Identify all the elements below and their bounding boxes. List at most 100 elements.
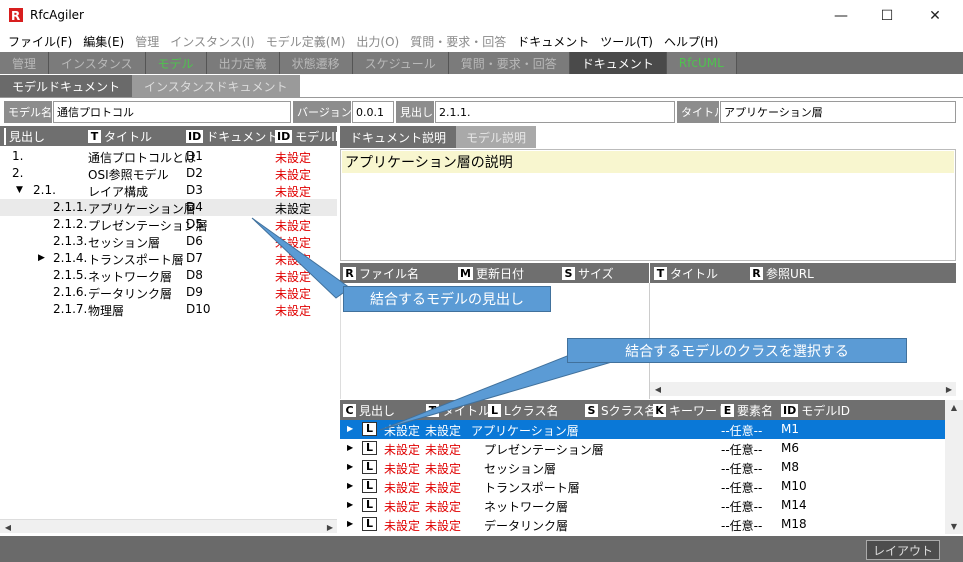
menu-edit[interactable]: 編集(E) xyxy=(83,33,124,50)
class-row[interactable]: ▶ L 未設定 未設定 ネットワーク層 --任意-- M14 xyxy=(340,496,945,515)
tab-qa[interactable]: 質問・要求・回答 xyxy=(448,52,570,74)
class-row[interactable]: ▶ L 未設定 未設定 プレゼンテーション層 --任意-- M6 xyxy=(340,439,945,458)
callout-model-heading: 結合するモデルの見出し xyxy=(343,286,551,312)
tab-model-description[interactable]: モデル説明 xyxy=(456,126,537,148)
col-title[interactable]: T タイトル xyxy=(88,126,152,146)
col-file-name[interactable]: R ファイル名 xyxy=(343,263,419,283)
tree-row[interactable]: 2.1.3. セッション層 D6 未設定 xyxy=(0,233,337,250)
col-class-model-id[interactable]: ID モデルID xyxy=(781,400,850,420)
class-vertical-scrollbar[interactable]: ▲ ▼ xyxy=(945,400,963,534)
tab-schedule[interactable]: スケジュール xyxy=(352,52,449,74)
tab-instance[interactable]: インスタンス xyxy=(49,52,146,74)
status-unset: 未設定 xyxy=(275,168,312,182)
row-expand-icon[interactable]: ▶ xyxy=(347,443,353,452)
tree-row[interactable]: 2.1.7. 物理層 D10 未設定 xyxy=(0,301,337,318)
tree-row[interactable]: 2.1.2. プレゼンテーション層 D5 未設定 xyxy=(0,216,337,233)
class-row[interactable]: ▶ L 未設定 未設定 トランスポート層 --任意-- M10 xyxy=(340,477,945,496)
title-label: タイトル xyxy=(677,101,725,123)
tree-row[interactable]: ▶ 2.1.4. トランスポート層 D7 未設定 xyxy=(0,250,337,267)
tab-state-transition[interactable]: 状態遷移 xyxy=(279,52,353,74)
document-field-row: モデル名 通信プロトコル バージョン 0.0.1 見出し 2.1.1. タイトル… xyxy=(0,101,963,123)
status-unset: 未設定 xyxy=(275,219,312,233)
id-badge-icon: ID xyxy=(275,129,293,143)
scroll-left-icon[interactable]: ◀ xyxy=(653,384,663,394)
col-updated-date[interactable]: M 更新日付 xyxy=(458,263,524,283)
menu-instance[interactable]: インスタンス(I) xyxy=(170,33,254,50)
description-text[interactable]: アプリケーション層の説明 xyxy=(342,151,954,173)
tree-row[interactable]: 2. OSI参照モデル D2 未設定 xyxy=(0,165,337,182)
class-row-selected[interactable]: ▶ L 未設定 未設定 アプリケーション層 --任意-- M1 xyxy=(340,420,945,439)
col-element-name[interactable]: E 要素名 xyxy=(721,400,773,420)
tab-output-def[interactable]: 出力定義 xyxy=(206,52,280,74)
col-heading[interactable]: 見出し xyxy=(4,126,45,146)
status-unset: 未設定 xyxy=(275,236,312,250)
l-badge-icon: L xyxy=(488,403,501,417)
row-expand-icon[interactable]: ▶ xyxy=(347,424,353,433)
tab-instance-document[interactable]: インスタンスドキュメント xyxy=(132,75,300,97)
heading-field[interactable]: 2.1.1. xyxy=(435,101,675,123)
description-tab-bar: ドキュメント説明 モデル説明 xyxy=(340,126,963,148)
expand-right-icon[interactable]: ▶ xyxy=(38,253,45,263)
k-badge-icon: K xyxy=(653,403,666,417)
l-badge-icon: L xyxy=(362,460,377,474)
id-badge-icon: ID xyxy=(186,129,204,143)
col-size[interactable]: S サイズ xyxy=(562,263,614,283)
maximize-button[interactable]: ☐ xyxy=(864,0,910,31)
tree-row[interactable]: 2.1.6. データリンク層 D9 未設定 xyxy=(0,284,337,301)
c-badge-icon: C xyxy=(343,403,356,417)
col-model-id[interactable]: ID モデルID xyxy=(275,126,344,146)
tab-document[interactable]: ドキュメント xyxy=(569,52,667,74)
menu-help[interactable]: ヘルプ(H) xyxy=(664,33,718,50)
tree-horizontal-scrollbar[interactable]: ◀ ▶ xyxy=(0,519,337,533)
menu-qa[interactable]: 質問・要求・回答 xyxy=(410,33,506,50)
menu-file[interactable]: ファイル(F) xyxy=(8,33,72,50)
col-sclass-name[interactable]: S Sクラス名 xyxy=(585,400,656,420)
s-badge-icon: S xyxy=(585,403,598,417)
title-field[interactable]: アプリケーション層 xyxy=(720,101,956,123)
url-horizontal-scrollbar[interactable]: ◀ ▶ xyxy=(650,382,956,396)
model-name-field[interactable]: 通信プロトコル xyxy=(53,101,291,123)
scroll-right-icon[interactable]: ▶ xyxy=(325,522,335,532)
tree-row[interactable]: 1. 通信プロトコルとは D1 未設定 xyxy=(0,148,337,165)
menu-manage[interactable]: 管理 xyxy=(135,33,159,50)
scroll-up-icon[interactable]: ▲ xyxy=(949,402,959,412)
tree-row[interactable]: 2.1.5. ネットワーク層 D8 未設定 xyxy=(0,267,337,284)
menu-tools[interactable]: ツール(T) xyxy=(600,33,653,50)
r-badge-icon: R xyxy=(343,266,356,280)
class-table-body: ▶ L 未設定 未設定 アプリケーション層 --任意-- M1 ▶ L 未設定 … xyxy=(340,420,945,534)
col-reference-url[interactable]: R 参照URL xyxy=(750,263,814,283)
tab-model-document[interactable]: モデルドキュメント xyxy=(0,75,133,97)
col-class-title[interactable]: T タイトル xyxy=(426,400,490,420)
class-table-header: C 見出し T タイトル L Lクラス名 S Sクラス名 K キーワード E 要… xyxy=(340,400,945,420)
row-expand-icon[interactable]: ▶ xyxy=(347,481,353,490)
row-expand-icon[interactable]: ▶ xyxy=(347,500,353,509)
tab-manage[interactable]: 管理 xyxy=(0,52,50,74)
file-table-header: R ファイル名 M 更新日付 S サイズ xyxy=(340,263,649,283)
tree-row[interactable]: ▼ 2.1. レイア構成 D3 未設定 xyxy=(0,182,337,199)
row-expand-icon[interactable]: ▶ xyxy=(347,462,353,471)
tree-row-selected[interactable]: 2.1.1. アプリケーション層 D4 未設定 xyxy=(0,199,337,216)
menu-output[interactable]: 出力(O) xyxy=(356,33,399,50)
status-unset: 未設定 xyxy=(275,287,312,301)
expand-down-icon[interactable]: ▼ xyxy=(16,185,23,195)
close-button[interactable]: ✕ xyxy=(912,0,958,31)
class-row[interactable]: ▶ L 未設定 未設定 セッション層 --任意-- M8 xyxy=(340,458,945,477)
tab-document-description[interactable]: ドキュメント説明 xyxy=(340,126,457,148)
col-keyword[interactable]: K キーワード xyxy=(653,400,729,420)
col-url-title[interactable]: T タイトル xyxy=(654,263,718,283)
col-lclass-name[interactable]: L Lクラス名 xyxy=(488,400,558,420)
row-expand-icon[interactable]: ▶ xyxy=(347,519,353,528)
version-field[interactable]: 0.0.1 xyxy=(352,101,394,123)
layout-button[interactable]: レイアウト xyxy=(866,540,940,560)
scroll-down-icon[interactable]: ▼ xyxy=(949,521,959,531)
menu-model-def[interactable]: モデル定義(M) xyxy=(266,33,346,50)
col-class-heading[interactable]: C 見出し xyxy=(343,400,395,420)
minimize-button[interactable]: — xyxy=(818,0,864,31)
menu-document[interactable]: ドキュメント xyxy=(517,33,589,50)
tab-rfcuml[interactable]: RfcUML xyxy=(666,52,737,74)
tab-model[interactable]: モデル xyxy=(145,52,207,74)
class-row[interactable]: ▶ L 未設定 未設定 データリンク層 --任意-- M18 xyxy=(340,515,945,534)
scroll-left-icon[interactable]: ◀ xyxy=(3,522,13,532)
callout-model-class: 結合するモデルのクラスを選択する xyxy=(567,338,907,363)
scroll-right-icon[interactable]: ▶ xyxy=(944,384,954,394)
